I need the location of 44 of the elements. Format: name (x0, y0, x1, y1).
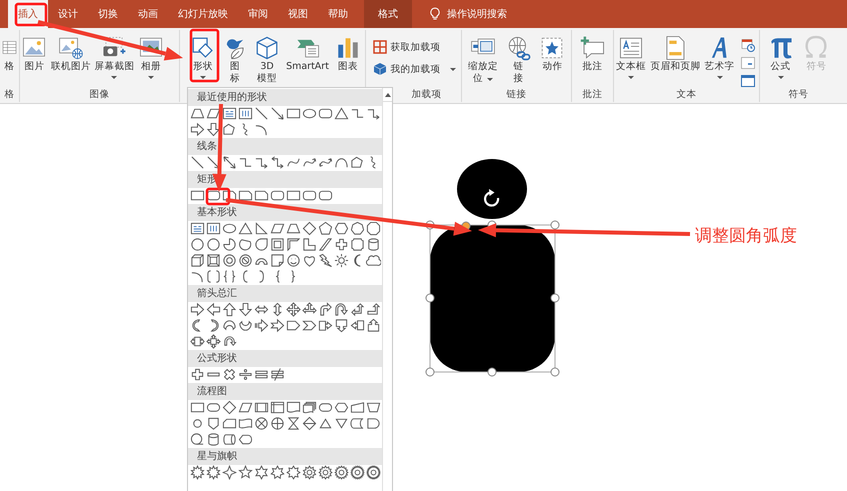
section-header: 基本形状 (197, 207, 237, 218)
ribbon-tab[interactable]: 设计 (48, 0, 88, 28)
ribbon-tab[interactable]: 切换 (88, 0, 128, 28)
ribbon-button[interactable]: 获取加载项 (368, 37, 458, 57)
ribbon-button[interactable]: 联机图片 (50, 35, 92, 88)
group-label: 批注 (582, 88, 604, 102)
section-header: 星与旗帜 (197, 451, 237, 462)
ribbon-button[interactable]: 批注 (578, 35, 606, 88)
ribbon-button[interactable]: 屏幕截图 (93, 35, 136, 88)
group-label: 格 (4, 88, 16, 102)
ribbon-tab[interactable]: 幻灯片放映 (168, 0, 238, 28)
ribbon-tab[interactable]: 帮助 (318, 0, 358, 28)
section-header: 公式形状 (197, 353, 237, 364)
group-label: 符号 (788, 88, 810, 102)
ribbon-tab[interactable]: 格式 (364, 0, 412, 28)
ribbon-button[interactable]: 我的加载项 (368, 59, 458, 79)
ribbon-tab[interactable]: 审阅 (238, 0, 278, 28)
ribbon-button[interactable]: 链 接 (504, 35, 532, 88)
group-label: 图像 (88, 88, 110, 102)
tell-me-search[interactable]: 操作说明搜索 (412, 0, 507, 28)
ribbon-button[interactable]: 文本框 (615, 35, 648, 88)
ribbon-button[interactable]: 形状 (189, 35, 218, 88)
ribbon-button[interactable]: 3D 模型 (253, 35, 282, 88)
group-label: 链接 (506, 88, 528, 102)
ribbon-button[interactable]: 格 (0, 35, 18, 88)
section-header: 最近使用的形状 (197, 92, 267, 103)
ribbon-tab[interactable]: 视图 (278, 0, 318, 28)
annotation-text: 调整圆角弧度 (695, 225, 797, 247)
ribbon-button[interactable]: 相册 (136, 35, 165, 88)
section-header: 箭头总汇 (197, 288, 237, 299)
ribbon-button[interactable]: 页眉和页脚 (649, 35, 702, 88)
ribbon-button[interactable]: 动作 (538, 35, 566, 88)
ribbon-tab[interactable]: 动画 (128, 0, 168, 28)
group-label: 文本 (676, 88, 698, 102)
ribbon-button[interactable]: SmartArt (285, 35, 330, 88)
ribbon-button[interactable]: 缩放定 位 (466, 35, 499, 88)
ribbon-button[interactable]: 图片 (20, 35, 48, 88)
ribbon-button[interactable]: 图 标 (221, 35, 250, 88)
ribbon-button[interactable]: 公式 (766, 35, 795, 88)
section-header: 线条 (197, 141, 217, 152)
section-header: 流程图 (197, 386, 227, 397)
ribbon-button[interactable]: 图表 (334, 35, 362, 88)
group-label: 加载项 (410, 88, 442, 102)
ribbon-button[interactable]: 艺术字 (704, 35, 736, 88)
